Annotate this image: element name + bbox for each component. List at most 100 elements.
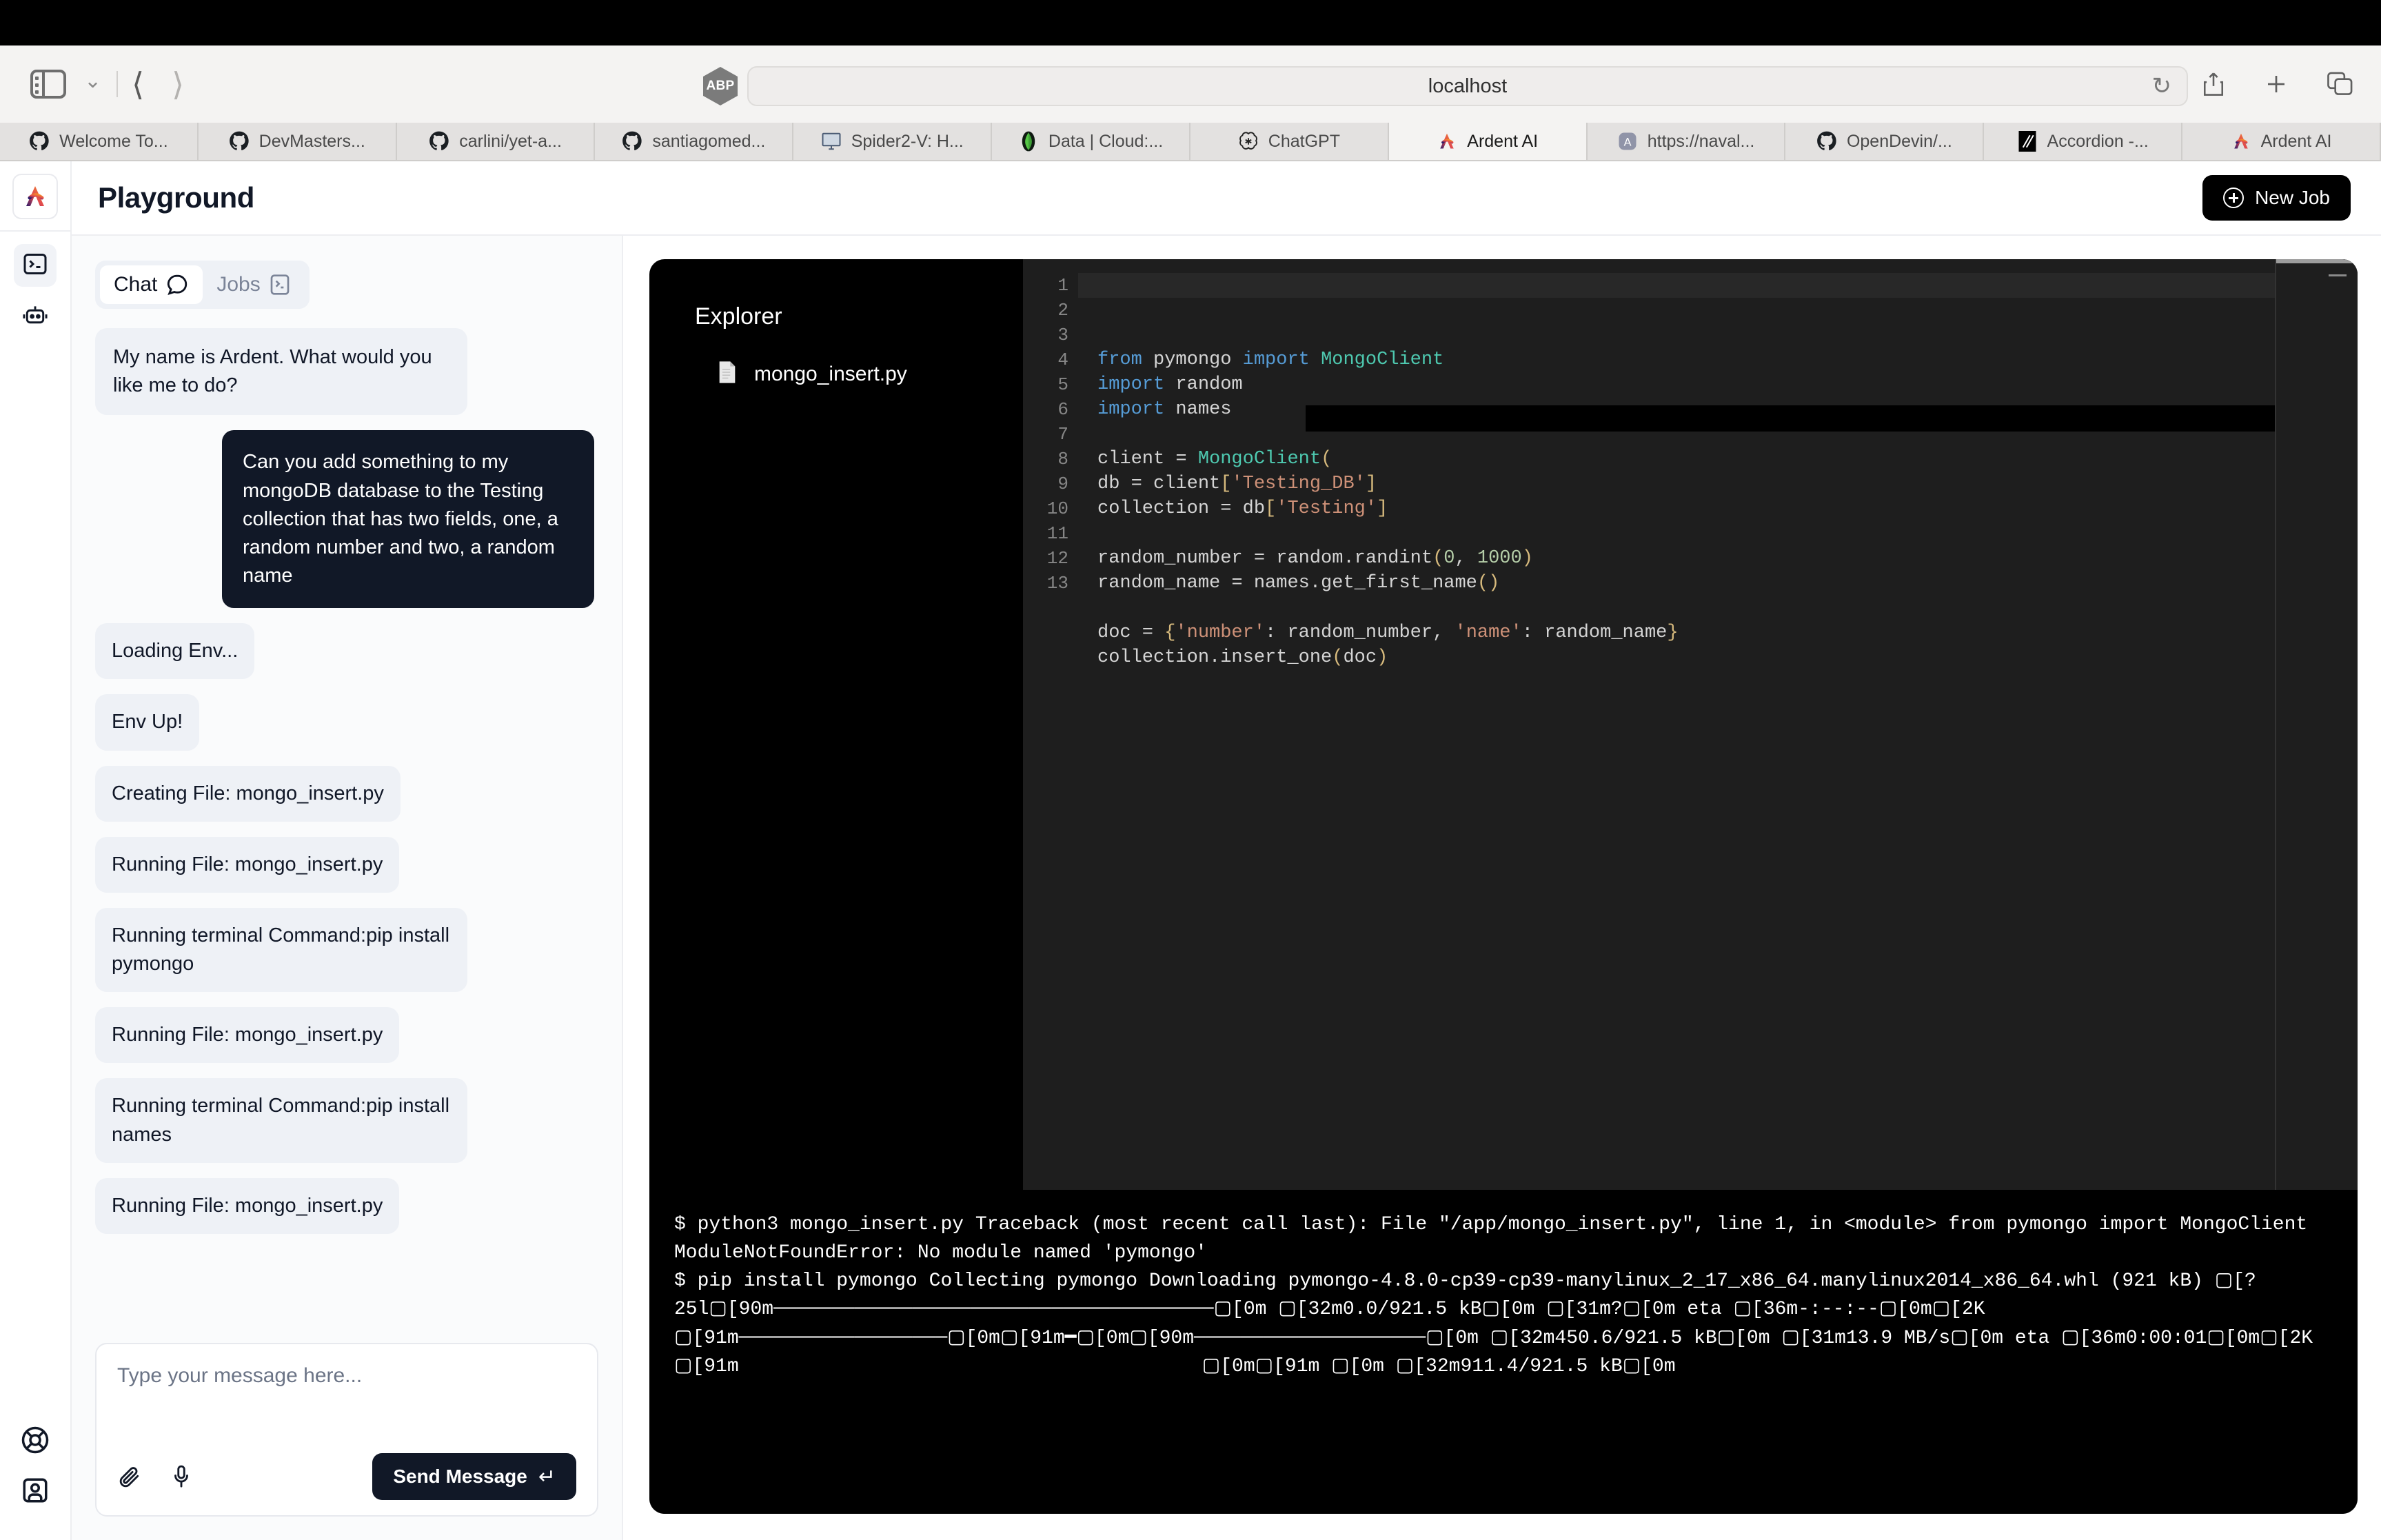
browser-tab-label: carlini/yet-a... [459,131,562,151]
new-job-button[interactable]: New Job [2202,175,2351,221]
monitor-icon [821,131,842,152]
message-composer: Send Message ↵ [95,1343,598,1517]
plus-circle-icon [2223,188,2245,208]
browser-tab[interactable]: Ahttps://naval... [1587,123,1786,160]
line-number: 5 [1057,374,1068,395]
page-title: Playground [98,181,255,214]
code-line: random_number = random.randint(0, 1000) [1097,548,1533,569]
browser-tab[interactable]: santiagomed... [595,123,794,160]
terminal-line: $ python3 mongo_insert.py Traceback (mos… [674,1214,2319,1264]
browser-chrome: ⌄ ⟨ ⟩ ABP localhost ↻ Welcome To... DevM… [0,0,2381,161]
tab-overview-icon[interactable] [2327,72,2353,97]
status-message: Running File: mongo_insert.py [95,1177,400,1234]
tab-chat[interactable]: Chat [100,265,203,304]
status-message: Running terminal Command:pip install nam… [95,1078,467,1163]
browser-tab[interactable]: Ardent AI [2182,123,2381,160]
explorer-file-list: mongo_insert.py [695,361,1023,387]
line-number: 7 [1057,424,1068,445]
status-message: Env Up! [95,694,200,751]
paperclip-icon[interactable] [117,1465,141,1488]
line-number: 1 [1057,275,1068,296]
chat-tab-label: Chat [114,273,158,296]
code-editor[interactable]: 1 2 3 4 5 6 7 8 9 10 11 12 13 from pymongo import Mo… [1023,259,2358,1190]
browser-tab[interactable]: carlini/yet-a... [396,123,596,160]
browser-tab-label: OpenDevin/... [1846,131,1952,151]
app-header: Playground New Job [72,161,2381,236]
sidebar-toggle-icon[interactable] [30,70,66,99]
chat-message-list[interactable]: My name is Ardent. What would you like m… [95,328,598,1326]
terminal-output[interactable]: $ python3 mongo_insert.py Traceback (mos… [649,1190,2358,1514]
browser-tab[interactable]: DevMasters... [198,123,397,160]
file-explorer: Explorer mongo_insert.py [649,259,1023,1190]
browser-tab[interactable]: Welcome To... [0,123,199,160]
assistant-message: My name is Ardent. What would you like m… [95,328,467,416]
code-lines: from pymongo import MongoClient import ra… [1097,347,2275,670]
left-rail [0,161,72,1540]
code-line: db = client['Testing_DB'] [1097,474,1377,494]
openai-icon [1238,131,1259,152]
github-icon [429,131,449,152]
back-arrow-icon[interactable]: ⟨ [118,68,158,100]
line-number: 8 [1057,449,1068,469]
sidebar-item-agents[interactable] [14,296,57,339]
editor-minimap[interactable] [2275,259,2358,1190]
enter-key-icon: ↵ [538,1465,556,1488]
letter-a-icon: A [1617,131,1638,152]
reload-icon[interactable]: ↻ [2152,74,2172,98]
ardent-logo-icon [2231,131,2251,152]
status-message: Running terminal Command:pip install pym… [95,907,467,993]
microphone-icon[interactable] [171,1465,192,1488]
github-icon [29,131,50,152]
code-line: random_name = names.get_first_name() [1097,573,1500,594]
message-input[interactable] [117,1362,576,1424]
status-message: Loading Env... [95,623,255,680]
status-message: Running File: mongo_insert.py [95,836,400,893]
terminal-line: ▢[91m ▢[0m▢[91m ▢[0m ▢[32m911.4/921.5 kB… [674,1355,1676,1377]
mongodb-leaf-icon [1018,131,1039,152]
user-profile-icon[interactable] [21,1476,50,1508]
line-number: 2 [1057,300,1068,321]
code-line: import random [1097,374,1243,395]
adblock-icon[interactable]: ABP [703,67,738,105]
browser-tab-label: DevMasters... [259,131,365,151]
robot-icon [22,305,48,332]
lifebuoy-help-icon[interactable] [21,1426,50,1458]
line-number: 10 [1046,498,1068,519]
send-message-button[interactable]: Send Message ↵ [372,1453,576,1500]
explorer-file-item[interactable]: mongo_insert.py [695,361,1023,387]
tab-jobs[interactable]: Jobs [203,265,304,304]
file-icon [717,361,738,387]
chat-bubble-icon [165,273,189,296]
browser-tab-label: Accordion -... [2047,131,2149,151]
github-icon [1816,131,1837,152]
plus-icon[interactable] [2264,72,2289,97]
browser-tab[interactable]: Ardent AI [1388,123,1588,160]
workspace: Chat Jobs My name is Ardent. What would y… [72,236,2381,1540]
browser-toolbar: ⌄ ⟨ ⟩ ABP localhost ↻ [0,45,2381,123]
forward-arrow-icon[interactable]: ⟩ [158,68,198,100]
browser-tab[interactable]: Data | Cloud:... [992,123,1190,160]
ardent-logo-icon[interactable] [12,174,58,219]
terminal-icon [269,274,291,296]
app-window: Playground New Job Chat Jobs My name is A… [0,161,2381,1540]
browser-tab[interactable]: OpenDevin/... [1785,123,1985,160]
browser-tab[interactable]: ChatGPT [1190,123,1389,160]
sidebar-item-playground[interactable] [14,244,57,287]
minimap-thumb[interactable] [2276,259,2358,263]
code-content[interactable]: from pymongo import MongoClient import ra… [1078,259,2358,1190]
active-line-highlight [1078,273,2275,298]
line-number: 9 [1057,474,1068,494]
user-message: Can you add something to my mongoDB data… [222,430,594,609]
send-message-label: Send Message [393,1466,527,1487]
chevron-down-icon[interactable]: ⌄ [73,71,116,97]
share-icon[interactable] [2202,70,2225,98]
minimize-icon[interactable] [2329,274,2347,276]
main-column: Playground New Job Chat Jobs My name is A… [72,161,2381,1540]
line-number-gutter: 1 2 3 4 5 6 7 8 9 10 11 12 13 [1023,259,1078,1190]
line-number: 3 [1057,325,1068,345]
browser-tab[interactable]: Accordion -... [1984,123,2183,160]
browser-tab[interactable]: Spider2-V: H... [793,123,993,160]
slash-icon [2017,131,2038,152]
address-bar[interactable]: localhost ↻ [747,66,2188,106]
